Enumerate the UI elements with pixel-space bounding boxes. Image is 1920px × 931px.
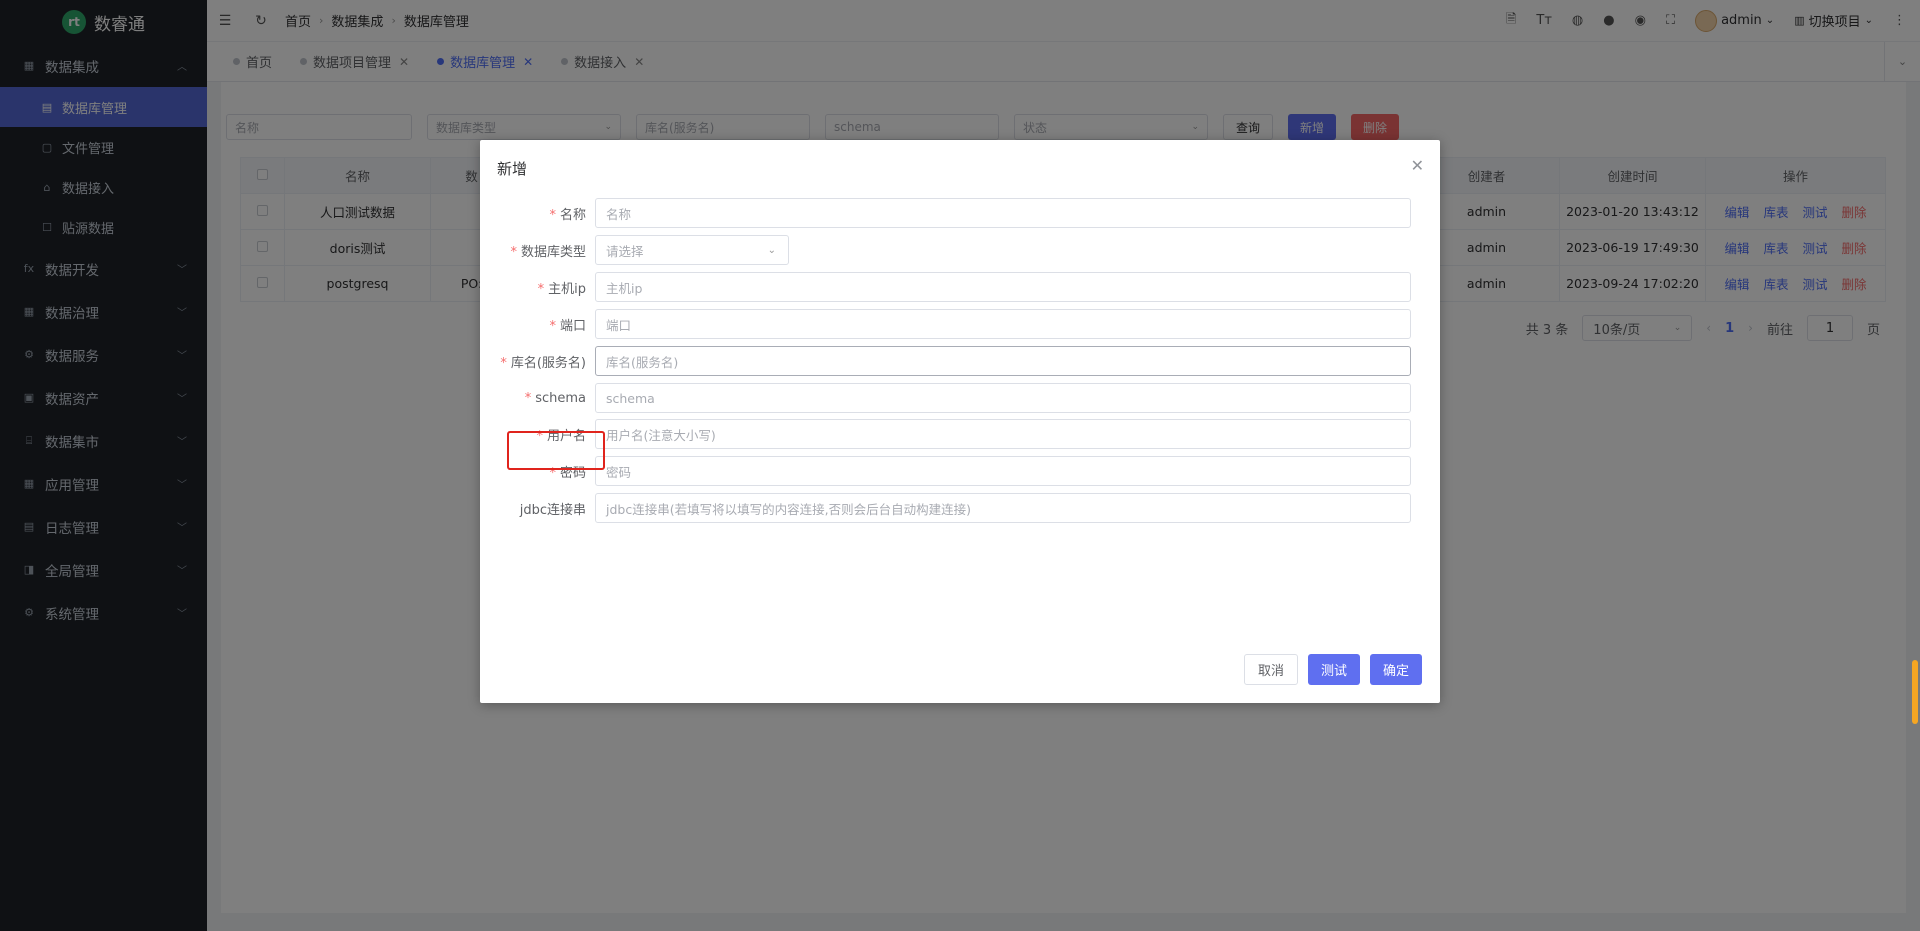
required-mark: * bbox=[549, 207, 556, 223]
form-row: * 名称 名称 bbox=[480, 198, 1440, 228]
required-mark: * bbox=[524, 390, 532, 406]
field-input-5[interactable]: schema bbox=[595, 383, 1411, 413]
field-label: * schema bbox=[480, 391, 595, 406]
form-row: * 主机ip 主机ip bbox=[480, 272, 1440, 302]
chevron-down-icon: ⌄ bbox=[767, 244, 776, 256]
form-row: * 用户名 用户名(注意大小写) bbox=[480, 419, 1440, 449]
dialog-footer: 取消 测试 确定 bbox=[1243, 654, 1422, 685]
required-mark: * bbox=[549, 318, 556, 334]
input-placeholder: schema bbox=[606, 390, 655, 406]
field-input-3[interactable]: 端口 bbox=[595, 309, 1411, 339]
field-label-text: 端口 bbox=[559, 318, 586, 334]
field-label-text: jdbc连接串 bbox=[519, 502, 586, 518]
page-scrollbar[interactable] bbox=[1912, 660, 1918, 724]
form-row: * 密码 密码 bbox=[480, 456, 1440, 486]
field-label-text: 数据库类型 bbox=[520, 244, 586, 260]
form-row: * 端口 端口 bbox=[480, 309, 1440, 339]
input-placeholder: 名称 bbox=[606, 206, 632, 222]
field-label: jdbc连接串 bbox=[480, 499, 595, 518]
form-row: jdbc连接串 jdbc连接串(若填写将以填写的内容连接,否则会后台自动构建连接) bbox=[480, 493, 1440, 523]
field-input-6[interactable]: 用户名(注意大小写) bbox=[595, 419, 1411, 449]
form-row: * schema schema bbox=[480, 383, 1440, 413]
field-label-text: 主机ip bbox=[548, 281, 586, 297]
field-label-text: schema bbox=[535, 390, 586, 406]
cancel-button[interactable]: 取消 bbox=[1243, 654, 1298, 685]
required-mark: * bbox=[500, 355, 507, 371]
form-row: * 数据库类型 请选择 ⌄ bbox=[480, 235, 1440, 265]
add-database-dialog: 新增 ✕ * 名称 名称 * 数据库类型 请选择 ⌄ * 主机ip 主机ip * 端口 端口 * 库名(服务… bbox=[480, 140, 1440, 703]
required-mark: * bbox=[510, 244, 517, 260]
field-label: * 名称 bbox=[480, 204, 595, 223]
db-type-select[interactable]: 请选择 ⌄ bbox=[595, 235, 789, 265]
field-label-text: 名称 bbox=[559, 207, 586, 223]
input-placeholder: jdbc连接串(若填写将以填写的内容连接,否则会后台自动构建连接) bbox=[606, 501, 971, 517]
required-mark: * bbox=[537, 281, 545, 297]
input-placeholder: 端口 bbox=[606, 317, 632, 333]
schema-label-highlight bbox=[507, 431, 605, 470]
input-placeholder: 主机ip bbox=[606, 280, 643, 296]
form-row: * 库名(服务名) 库名(服务名) bbox=[480, 346, 1440, 376]
dialog-title: 新增 bbox=[497, 160, 528, 178]
select-placeholder: 请选择 bbox=[606, 243, 644, 259]
field-input-7[interactable]: 密码 bbox=[595, 456, 1411, 486]
field-label-text: 库名(服务名) bbox=[510, 355, 586, 371]
field-label: * 库名(服务名) bbox=[480, 352, 595, 371]
input-placeholder: 密码 bbox=[606, 464, 632, 480]
field-input-0[interactable]: 名称 bbox=[595, 198, 1411, 228]
close-icon[interactable]: ✕ bbox=[1411, 156, 1424, 175]
field-input-8[interactable]: jdbc连接串(若填写将以填写的内容连接,否则会后台自动构建连接) bbox=[595, 493, 1411, 523]
confirm-button[interactable]: 确定 bbox=[1369, 654, 1422, 685]
input-placeholder: 库名(服务名) bbox=[606, 354, 679, 370]
field-label: * 端口 bbox=[480, 315, 595, 334]
field-input-4[interactable]: 库名(服务名) bbox=[595, 346, 1411, 376]
field-label: * 数据库类型 bbox=[480, 241, 595, 260]
field-input-2[interactable]: 主机ip bbox=[595, 272, 1411, 302]
field-label: * 主机ip bbox=[480, 278, 595, 297]
test-connection-button[interactable]: 测试 bbox=[1307, 654, 1360, 685]
input-placeholder: 用户名(注意大小写) bbox=[606, 427, 716, 443]
